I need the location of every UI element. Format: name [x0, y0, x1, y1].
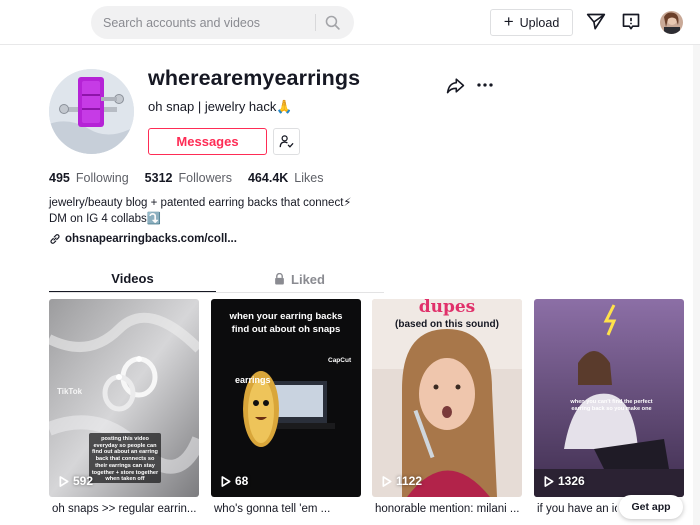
top-bar: + Upload	[0, 0, 700, 45]
view-count: 592	[59, 474, 93, 488]
stat-label: Followers	[178, 171, 232, 185]
bio-line: jewelry/beauty blog + patented earring b…	[49, 197, 352, 209]
tab-label: Liked	[291, 271, 325, 287]
lock-icon	[275, 273, 284, 285]
video-overlay-text: when you can't find the perfect earring …	[570, 399, 653, 412]
stat-following[interactable]: 495 Following	[49, 171, 129, 185]
link-icon	[50, 234, 60, 244]
view-count: 1122	[382, 474, 422, 488]
profile-nickname: oh snap | jewelry hack🙏	[148, 99, 293, 114]
play-icon	[382, 475, 392, 487]
view-count-value: 592	[73, 474, 94, 488]
more-options-icon[interactable]	[476, 76, 494, 94]
stat-value: 464.4K	[247, 171, 289, 185]
capcut-badge: CapCut	[328, 357, 352, 364]
video-title[interactable]: if you have an ic	[537, 503, 617, 515]
bio-line: DM on IG 4 collabs⤵️	[49, 212, 162, 225]
search-input[interactable]	[103, 6, 303, 39]
video-card[interactable]: when your earring backs find out about o…	[211, 299, 361, 497]
view-count-value: 1326	[558, 474, 585, 488]
tab-videos[interactable]: Videos	[49, 265, 216, 293]
stat-label: Likes	[294, 171, 324, 185]
profile-username: wherearemyearrings	[148, 66, 361, 90]
search-bar[interactable]	[91, 6, 354, 39]
upload-button[interactable]: + Upload	[490, 9, 573, 36]
profile-bio: jewelry/beauty blog + patented earring b…	[49, 196, 351, 227]
stat-followers[interactable]: 5312 Followers	[145, 171, 232, 185]
tab-liked[interactable]: Liked	[216, 265, 383, 293]
plus-icon: +	[503, 12, 514, 31]
play-icon	[544, 475, 554, 487]
video-overlay-text: dupes	[418, 299, 476, 317]
messages-button[interactable]: Messages	[148, 128, 267, 155]
play-icon	[221, 475, 231, 487]
scrollbar[interactable]	[693, 45, 700, 525]
search-icon[interactable]	[324, 14, 341, 31]
messages-send-icon[interactable]	[586, 12, 606, 32]
video-title[interactable]: who's gonna tell 'em ...	[214, 503, 364, 515]
stat-value: 5312	[144, 171, 173, 185]
video-overlay-subtext: (based on this sound)	[395, 319, 499, 330]
stat-likes: 464.4K Likes	[248, 171, 324, 185]
video-title[interactable]: honorable mention: milani ...	[375, 503, 525, 515]
upload-label: Upload	[519, 15, 560, 30]
video-overlay-text: when your earring backs find out about o…	[229, 311, 343, 335]
profile-stats: 495 Following 5312 Followers 464.4K Likes	[49, 171, 339, 185]
tab-divider	[49, 292, 384, 293]
tab-label: Videos	[111, 270, 154, 286]
stat-label: Following	[75, 171, 129, 185]
get-app-button[interactable]: Get app	[619, 495, 683, 519]
stat-value: 495	[49, 171, 70, 185]
person-check-icon	[279, 135, 294, 148]
video-overlay-text: posting this video everyday so people ca…	[91, 436, 159, 483]
video-card[interactable]: when you can't find the perfect earring …	[534, 299, 684, 497]
video-caption-label: earrings	[235, 375, 271, 385]
video-title[interactable]: oh snaps >> regular earrin...	[52, 503, 202, 515]
profile-avatar	[49, 69, 134, 154]
view-count-value: 1122	[396, 474, 423, 488]
watermark-text: TikTok	[57, 387, 83, 396]
view-count-value: 68	[235, 474, 249, 488]
video-card[interactable]: dupes (based on this sound) 1122	[372, 299, 522, 497]
follow-toggle-button[interactable]	[273, 128, 300, 155]
view-count: 68	[221, 474, 248, 488]
share-icon[interactable]	[446, 76, 465, 95]
user-avatar[interactable]	[660, 11, 683, 34]
link-text: ohsnapearringbacks.com/coll...	[65, 233, 237, 245]
video-thumbnail	[534, 299, 684, 497]
search-divider	[315, 14, 316, 31]
play-icon	[59, 475, 69, 487]
video-card[interactable]: TikTok posting this video everyday so pe…	[49, 299, 199, 497]
view-count: 1326	[544, 474, 585, 488]
inbox-icon[interactable]	[621, 12, 641, 32]
profile-link[interactable]: ohsnapearringbacks.com/coll...	[49, 233, 237, 245]
